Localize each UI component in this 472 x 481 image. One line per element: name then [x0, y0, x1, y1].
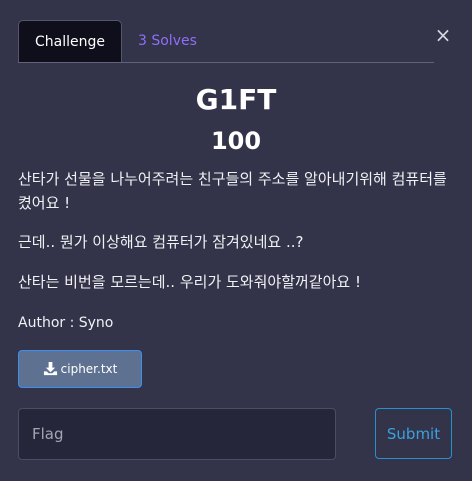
download-icon: [43, 361, 57, 376]
description-line-1: 산타가 선물을 나누어주려는 친구들의 주소를 알아내기위해 컴퓨터를 켰어요 …: [18, 170, 447, 212]
close-button[interactable]: ×: [433, 24, 453, 46]
file-name: cipher.txt: [60, 362, 118, 376]
challenge-points: 100: [210, 127, 262, 155]
challenge-name: G1FT: [195, 83, 277, 116]
author-text: Author : Syno: [18, 315, 114, 331]
description-line-3: 산타는 비번을 모르는데.. 우리가 도와줘야할꺼같아요 !: [18, 273, 361, 291]
tab-bar: Challenge 3 Solves: [18, 20, 434, 63]
download-file-button[interactable]: cipher.txt: [18, 350, 142, 388]
tab-solves[interactable]: 3 Solves: [138, 20, 197, 62]
tab-challenge[interactable]: Challenge: [18, 20, 122, 62]
flag-input[interactable]: [18, 408, 336, 460]
challenge-modal: × Challenge 3 Solves G1FT 100 산타가 선물을 나누…: [0, 0, 472, 481]
submit-button[interactable]: Submit: [375, 408, 452, 459]
description-line-2: 근데.. 뭔가 이상해요 컴퓨터가 잠겨있네요 ..?: [18, 233, 304, 251]
close-icon: ×: [434, 23, 452, 47]
